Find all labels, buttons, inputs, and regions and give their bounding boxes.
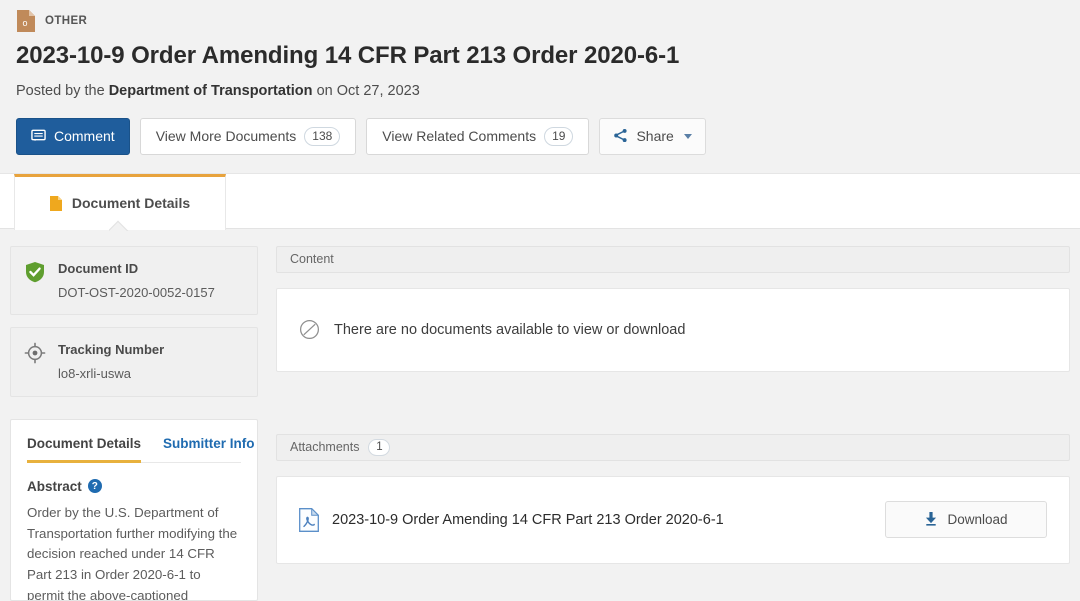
posted-middle: on [316,82,333,99]
view-related-comments-button[interactable]: View Related Comments 19 [366,117,590,155]
download-arrow-icon [924,511,938,529]
content-section-header: Content [276,245,1070,273]
question-mark-icon[interactable]: ? [87,479,102,494]
tracking-number-label: Tracking Number [58,342,165,358]
details-subtab-row: Document Details Submitter Info [27,436,255,463]
content-empty-state: There are no documents available to view… [277,289,1069,371]
view-more-documents-button[interactable]: View More Documents 138 [139,117,357,155]
abstract-label: Abstract [27,478,82,494]
comment-button[interactable]: Comment [16,117,130,155]
pdf-file-icon [299,507,320,532]
subtab-document-details[interactable]: Document Details [27,436,142,463]
comment-button-label: Comment [54,128,115,145]
tab-strip: Document Details [0,172,1080,231]
content-section-heading: Content [290,252,334,267]
document-id-value: DOT-OST-2020-0052-0157 [58,284,215,300]
action-button-row: Comment View More Documents 138 View Rel… [16,117,1064,155]
document-icon [49,195,62,211]
tracking-number-value: lo8-xrli-uswa [58,366,131,382]
download-button[interactable]: Download [885,501,1047,539]
content-panel: There are no documents available to view… [276,287,1070,372]
sidebar: Document ID DOT-OST-2020-0052-0157 Track… [10,245,258,601]
page-title: 2023-10-9 Order Amending 14 CFR Part 213… [16,42,680,69]
document-type-label: OTHER [45,15,88,27]
posted-date: Oct 27, 2023 [336,82,420,99]
subtab-submitter-info[interactable]: Submitter Info [163,436,255,463]
svg-text:o: o [23,18,28,28]
chevron-down-icon [683,133,692,139]
download-button-label: Download [947,512,1008,528]
no-entry-slash-icon [299,319,320,340]
shield-check-icon [24,261,46,283]
view-related-comments-count-badge: 19 [544,126,574,146]
view-related-comments-label: View Related Comments [382,128,537,145]
posted-agency: Department of Transportation [108,82,313,99]
details-panel: Document Details Submitter Info Abstract… [10,418,258,601]
attachments-section-heading: Attachments [290,440,360,455]
posted-by-line: Posted by the Department of Transportati… [16,82,1064,101]
view-more-documents-label: View More Documents [155,128,297,145]
tracking-number-text: Tracking Number lo8-xrli-uswa [58,341,164,382]
body-area: Document ID DOT-OST-2020-0052-0157 Track… [0,229,1080,601]
view-more-documents-count-badge: 138 [304,126,341,146]
share-button[interactable]: Share [599,117,706,155]
list-item: 2023-10-9 Order Amending 14 CFR Part 213… [277,477,1069,563]
tab-document-details-label: Document Details [71,195,191,212]
page-header: o OTHER 2023-10-9 Order Amending 14 CFR … [0,0,1080,155]
attachments-count-badge: 1 [368,438,391,456]
content-empty-message: There are no documents available to view… [334,321,686,338]
abstract-heading: Abstract ? [27,479,241,494]
share-button-label: Share [636,128,674,145]
main-content: Content There are no documents available… [258,245,1070,564]
document-id-label: Document ID [58,260,139,276]
tracking-number-card: Tracking Number lo8-xrli-uswa [10,327,258,397]
share-nodes-icon [613,128,628,145]
attachments-section: Attachments 1 2023-10-9 Order Amending 1… [276,433,1070,564]
tab-document-details[interactable]: Document Details [14,173,226,231]
abstract-text: Order by the U.S. Department of Transpor… [27,504,238,601]
attachments-section-header: Attachments 1 [276,433,1070,461]
document-id-text: Document ID DOT-OST-2020-0052-0157 [58,260,215,301]
document-id-card: Document ID DOT-OST-2020-0052-0157 [10,245,258,316]
comment-bubble-icon [31,128,46,145]
other-document-icon: o [16,9,36,33]
document-type-row: o OTHER [16,8,1064,34]
posted-prefix: Posted by the [16,82,105,99]
attachments-panel: 2023-10-9 Order Amending 14 CFR Part 213… [276,475,1070,564]
tab-pointer-notch [109,220,131,231]
attachment-name[interactable]: 2023-10-9 Order Amending 14 CFR Part 213… [332,512,872,528]
crosshair-target-icon [24,342,46,364]
